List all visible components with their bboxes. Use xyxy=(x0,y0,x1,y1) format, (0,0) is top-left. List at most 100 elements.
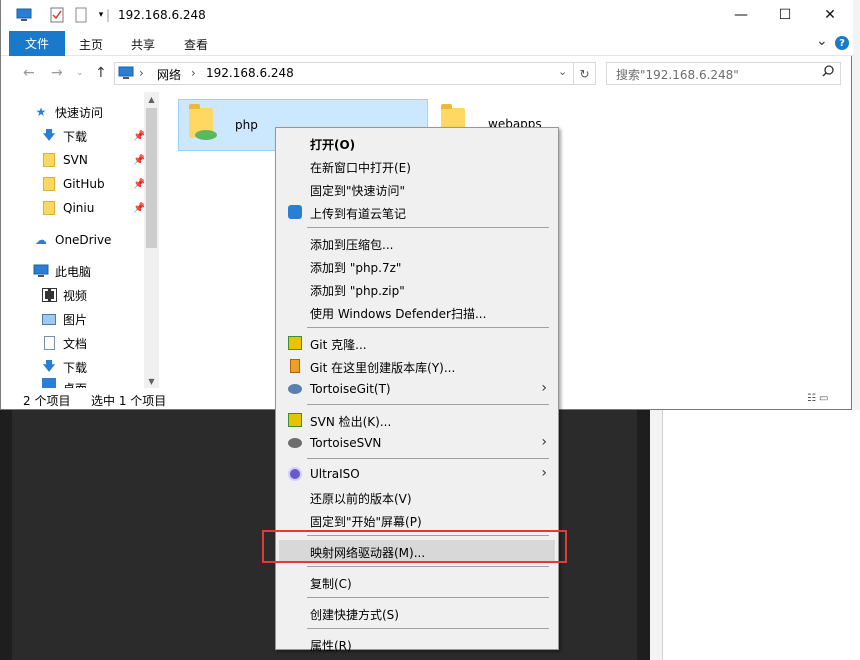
menu-item-15[interactable]: TortoiseSVN › xyxy=(279,432,555,454)
menu-item-label: Git 在这里创建版本库(Y)... xyxy=(310,361,456,375)
nav-label: 视频 xyxy=(63,288,88,303)
menu-item-25[interactable]: 创建快捷方式(S) xyxy=(279,602,555,624)
navigation-pane: ★ 快速访问 🡇 下载 📌 SVN 📌 GitHub 📌 Qiniu 📌 ☁ O… xyxy=(9,91,161,389)
menu-item-label: 固定到"快速访问" xyxy=(310,184,406,198)
git-clone-icon xyxy=(287,335,303,351)
menu-separator xyxy=(307,566,549,567)
address-dropdown-icon[interactable]: ⌄ xyxy=(558,65,567,78)
menu-item-2[interactable]: 固定到"快速访问" xyxy=(279,178,555,200)
search-input[interactable]: 搜索"192.168.6.248" xyxy=(606,62,841,85)
background-right-panel xyxy=(662,410,860,660)
nav-item-videos[interactable]: 视频 xyxy=(41,284,87,306)
menu-item-label: 复制(C) xyxy=(310,577,352,591)
folder-icon xyxy=(41,200,57,216)
scroll-thumb[interactable] xyxy=(146,108,157,248)
menu-separator xyxy=(307,227,549,228)
minimize-button[interactable]: — xyxy=(718,0,764,30)
nav-item-downloads[interactable]: 🡇 下载 xyxy=(41,125,87,147)
menu-item-23[interactable]: 复制(C) xyxy=(279,571,555,593)
nav-this-pc[interactable]: 此电脑 xyxy=(33,260,91,282)
tortoisesvn-icon xyxy=(287,435,303,451)
help-icon[interactable]: ? xyxy=(835,36,849,50)
breadcrumb-separator[interactable]: › xyxy=(191,66,196,80)
search-icon[interactable] xyxy=(822,65,834,81)
up-arrow-icon[interactable]: ↑ xyxy=(95,65,107,81)
ultraiso-icon xyxy=(287,466,303,482)
breadcrumb-host[interactable]: 192.168.6.248 xyxy=(206,66,294,80)
breadcrumb-network[interactable]: 网络 xyxy=(157,66,181,83)
nav-label: Qiniu xyxy=(63,201,95,215)
nav-label: 图片 xyxy=(63,312,88,327)
menu-item-label: SVN 检出(K)... xyxy=(310,415,392,429)
nav-item-qiniu[interactable]: Qiniu xyxy=(41,197,94,219)
context-menu: 打开(O) 在新窗口中打开(E) 固定到"快速访问" 上传到有道云笔记添加到压缩包..… xyxy=(275,127,559,653)
close-button[interactable]: ✕ xyxy=(807,0,853,30)
git-repo-icon xyxy=(287,358,303,374)
tab-home[interactable]: 主页 xyxy=(79,36,103,53)
menu-item-label: 固定到"开始"屏幕(P) xyxy=(310,515,422,529)
computer-icon xyxy=(33,263,49,279)
video-icon xyxy=(41,287,57,303)
title-divider: | xyxy=(105,8,111,22)
computer-icon xyxy=(16,7,32,23)
view-mode-icons[interactable]: ☷▭ xyxy=(807,393,831,404)
star-icon: ★ xyxy=(35,105,47,119)
menu-item-19[interactable]: 固定到"开始"屏幕(P) xyxy=(279,509,555,531)
svn-checkout-icon xyxy=(287,412,303,428)
download-arrow-icon: 🡇 xyxy=(42,358,56,373)
menu-item-8[interactable]: 使用 Windows Defender扫描... xyxy=(279,301,555,323)
recent-locations-icon[interactable]: ⌄ xyxy=(76,68,84,78)
scroll-down-icon[interactable]: ▼ xyxy=(144,374,159,388)
menu-item-label: 创建快捷方式(S) xyxy=(310,608,399,622)
maximize-button[interactable]: ☐ xyxy=(762,0,808,30)
nav-item-github[interactable]: GitHub xyxy=(41,173,105,195)
menu-item-10[interactable]: Git 克隆... xyxy=(279,332,555,354)
pictures-icon xyxy=(41,311,57,327)
menu-item-27[interactable]: 属性(R) xyxy=(279,633,555,655)
new-folder-icon[interactable] xyxy=(73,7,89,23)
youdao-note-icon xyxy=(287,204,303,220)
menu-item-6[interactable]: 添加到 "php.7z" xyxy=(279,255,555,277)
nav-scrollbar[interactable]: ▲ ▼ xyxy=(144,92,159,388)
breadcrumb-separator[interactable]: › xyxy=(139,66,144,80)
tab-share[interactable]: 共享 xyxy=(131,36,155,53)
nav-label: OneDrive xyxy=(55,233,112,247)
properties-icon[interactable] xyxy=(49,7,65,23)
tab-view[interactable]: 查看 xyxy=(184,36,208,53)
back-arrow-icon[interactable]: ← xyxy=(23,65,35,81)
address-bar[interactable]: › 网络 › 192.168.6.248 ⌄ xyxy=(114,62,574,85)
menu-item-0[interactable]: 打开(O) xyxy=(279,132,555,154)
forward-arrow-icon[interactable]: → xyxy=(51,65,63,81)
nav-label: SVN xyxy=(63,153,88,167)
nav-item-desktop-partial[interactable]: 桌面 xyxy=(41,378,87,388)
documents-icon xyxy=(41,335,57,351)
nav-quick-access[interactable]: ★ 快速访问 xyxy=(33,101,103,123)
nav-item-documents[interactable]: 文档 xyxy=(41,332,87,354)
menu-item-17[interactable]: UltraISO › xyxy=(279,463,555,485)
nav-item-downloads-pc[interactable]: 🡇 下载 xyxy=(41,356,87,378)
selection-count: 选中 1 个项目 xyxy=(91,394,167,408)
nav-onedrive[interactable]: ☁ OneDrive xyxy=(33,229,111,251)
menu-separator xyxy=(307,458,549,459)
onedrive-cloud-icon: ☁ xyxy=(35,233,47,247)
nav-item-pictures[interactable]: 图片 xyxy=(41,308,87,330)
menu-item-label: 打开(O) xyxy=(310,138,356,152)
menu-item-5[interactable]: 添加到压缩包... xyxy=(279,232,555,254)
scroll-up-icon[interactable]: ▲ xyxy=(144,92,159,106)
menu-item-12[interactable]: TortoiseGit(T) › xyxy=(279,378,555,400)
menu-item-14[interactable]: SVN 检出(K)... xyxy=(279,409,555,431)
menu-item-label: 在新窗口中打开(E) xyxy=(310,161,411,175)
tab-file[interactable]: 文件 xyxy=(9,31,65,56)
annotation-highlight-box xyxy=(262,530,567,563)
menu-item-label: 还原以前的版本(V) xyxy=(310,492,412,506)
menu-item-7[interactable]: 添加到 "php.zip" xyxy=(279,278,555,300)
refresh-button[interactable]: ↻ xyxy=(574,62,596,85)
menu-item-18[interactable]: 还原以前的版本(V) xyxy=(279,486,555,508)
menu-item-label: 上传到有道云笔记 xyxy=(310,207,407,221)
expand-ribbon-icon[interactable]: ⌄ xyxy=(816,33,828,49)
folder-icon xyxy=(41,152,57,168)
menu-item-11[interactable]: Git 在这里创建版本库(Y)... xyxy=(279,355,555,377)
nav-item-svn[interactable]: SVN xyxy=(41,149,88,171)
menu-item-3[interactable]: 上传到有道云笔记 xyxy=(279,201,555,223)
menu-item-1[interactable]: 在新窗口中打开(E) xyxy=(279,155,555,177)
